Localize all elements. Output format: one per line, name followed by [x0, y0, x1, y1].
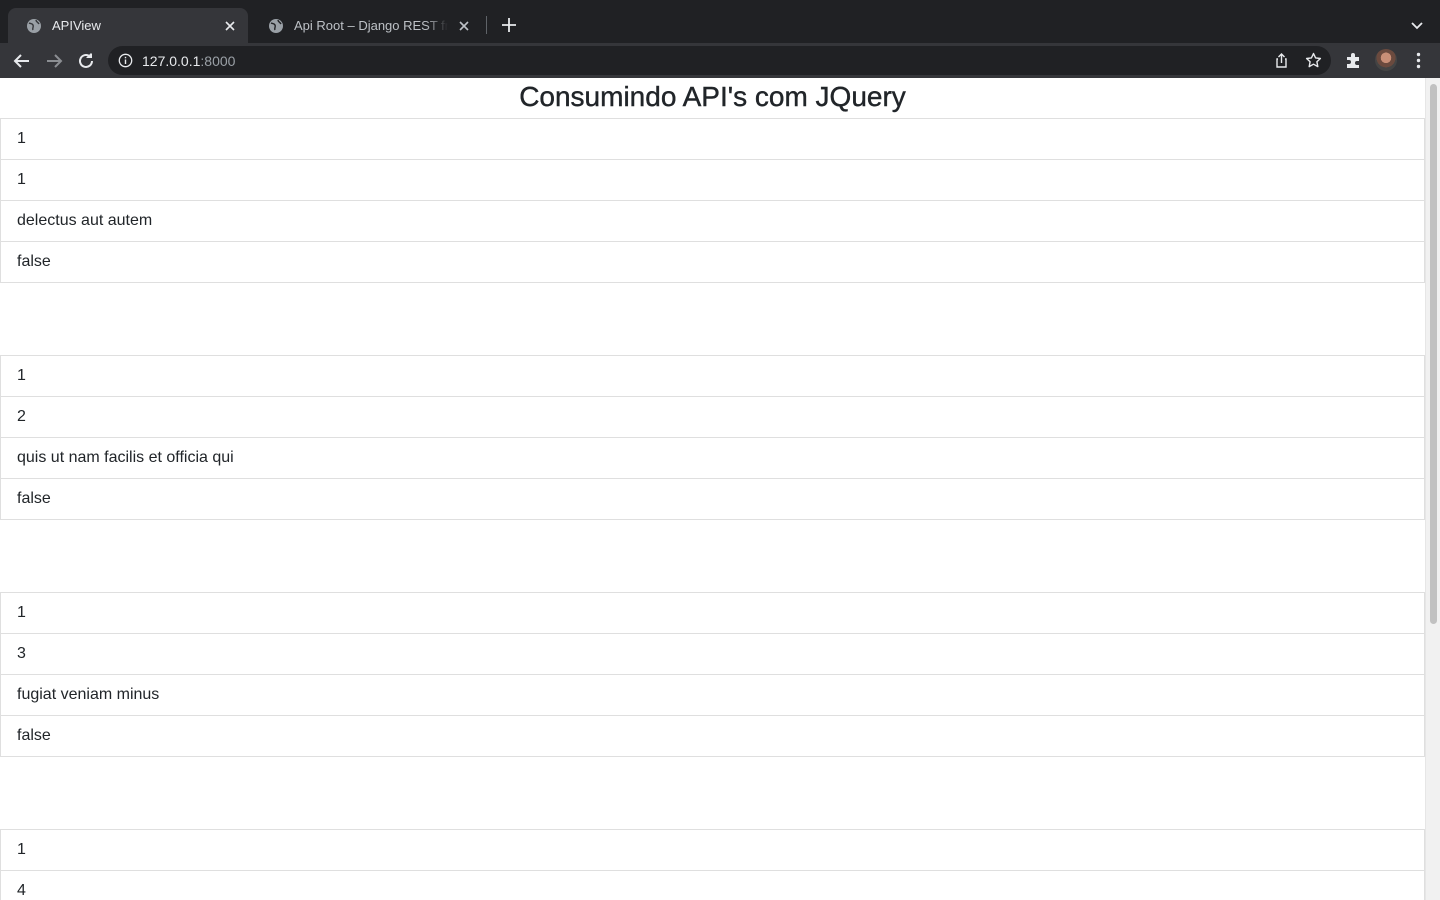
close-tab-icon[interactable]	[222, 18, 238, 34]
tab-search-chevron-down-icon[interactable]	[1408, 16, 1426, 34]
scrollbar-thumb[interactable]	[1430, 84, 1437, 624]
globe-icon	[27, 18, 41, 33]
close-tab-icon[interactable]	[456, 18, 472, 34]
todo-completed: false	[1, 478, 1424, 519]
tab-title: Api Root – Django REST framework	[294, 18, 448, 33]
url-host: 127.0.0.1	[142, 53, 201, 69]
todo-title: delectus aut autem	[1, 200, 1424, 241]
reload-icon[interactable]	[75, 50, 97, 72]
todo-user-id: 1	[17, 130, 26, 147]
new-tab-plus-icon[interactable]	[498, 14, 520, 36]
todo-user-id: 1	[17, 841, 26, 858]
todo-item: 1 1 delectus aut autem false	[0, 118, 1425, 283]
tab-apiview[interactable]: APIView	[8, 8, 248, 43]
todo-id: 2	[1, 396, 1424, 437]
url-port: :8000	[200, 53, 236, 69]
share-icon[interactable]	[1273, 52, 1290, 69]
todo-user-id: 1	[17, 604, 26, 621]
todo-id: 3	[1, 633, 1424, 674]
todo-item: 1 3 fugiat veniam minus false	[0, 592, 1425, 757]
browser-toolbar: 127.0.0.1:8000	[0, 43, 1440, 78]
extensions-puzzle-icon[interactable]	[1344, 51, 1363, 70]
todo-list: 1 1 delectus aut autem false 1 2 quis ut…	[0, 118, 1425, 900]
todo-completed: false	[1, 241, 1424, 282]
todo-completed: false	[1, 715, 1424, 756]
todo-title: fugiat veniam minus	[1, 674, 1424, 715]
todo-user-id: 1	[17, 367, 26, 384]
more-menu-icon[interactable]	[1409, 51, 1428, 70]
profile-avatar[interactable]	[1375, 49, 1397, 71]
tab-strip: APIView Api Root – Django REST framework	[0, 0, 1440, 43]
tab-separator	[486, 16, 487, 34]
url-text[interactable]: 127.0.0.1:8000	[142, 53, 235, 69]
site-info-icon[interactable]	[118, 53, 133, 68]
vertical-scrollbar[interactable]	[1425, 78, 1440, 900]
tab-api-root[interactable]: Api Root – Django REST framework	[250, 8, 482, 43]
page-title: Consumindo API's com JQuery	[519, 81, 906, 112]
todo-id: 1	[1, 159, 1424, 200]
forward-arrow-icon[interactable]	[43, 50, 65, 72]
todo-item: 1 2 quis ut nam facilis et officia qui f…	[0, 355, 1425, 520]
bookmark-star-icon[interactable]	[1305, 52, 1322, 69]
back-arrow-icon[interactable]	[11, 50, 33, 72]
todo-title: quis ut nam facilis et officia qui	[1, 437, 1424, 478]
globe-icon	[269, 18, 283, 33]
todo-id: 4	[1, 870, 1424, 900]
tab-title: APIView	[52, 18, 101, 33]
page-viewport: Consumindo API's com JQuery 1 1 delectus…	[0, 78, 1425, 900]
todo-item: 1 4	[0, 829, 1425, 900]
address-bar[interactable]: 127.0.0.1:8000	[108, 46, 1331, 75]
